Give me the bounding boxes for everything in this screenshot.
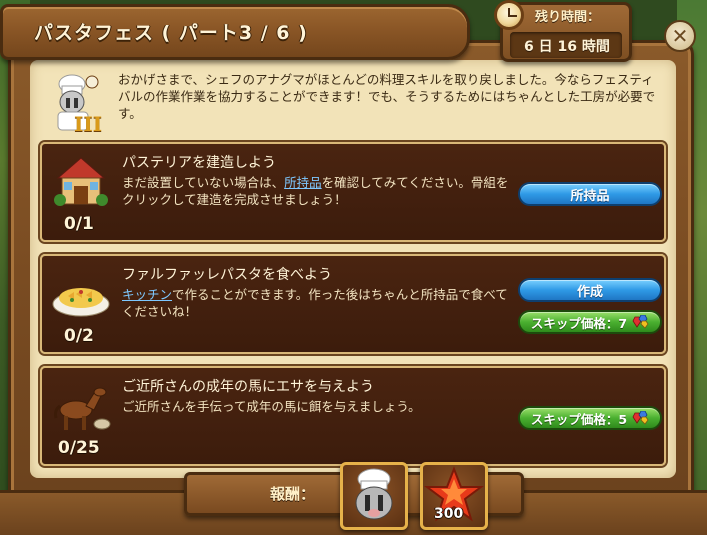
gems-icon [631, 314, 649, 329]
task-description: キッチンで作ることができます。作った後はちゃんと所持品で食べてくださいね！ [122, 286, 512, 320]
horse-icon [50, 376, 112, 434]
task-description: ご近所さんを手伝って成年の馬に餌を与えましょう。 [122, 399, 421, 414]
task-title: ファルファッレパスタを食べよう [122, 267, 332, 283]
inventory-button[interactable]: 所持品 [518, 182, 662, 206]
task-progress: 0/25 [58, 438, 100, 458]
cook-button[interactable]: 作成 [518, 278, 662, 302]
task-description-text: まだ設置していない場合は、 [122, 175, 285, 190]
close-icon: ✕ [671, 24, 689, 48]
skip-button[interactable]: スキップ価格：5 [518, 406, 662, 430]
chef-rank-badge: III [74, 112, 103, 136]
reward-chef-badger [340, 462, 408, 530]
task-title: パステリアを建造しよう [122, 155, 276, 171]
skip-button-label: スキップ価格：5 [530, 411, 628, 427]
chef-badger-icon [355, 468, 393, 520]
task-card-1: 0/1 パステリアを建造しよう まだ設置していない場合は、所持品を確認してみてく… [40, 142, 666, 242]
reward-xp-amount: 300 [434, 506, 464, 522]
task-description-text: で作ることができます。作った後はちゃんと所持品で食べてくださいね！ [122, 287, 508, 319]
task-progress: 0/1 [64, 214, 94, 234]
skip-button-label: スキップ価格：7 [530, 315, 628, 331]
close-button[interactable]: ✕ [664, 20, 696, 52]
task-description: まだ設置していない場合は、所持品を確認してみてください。骨組をクリックして建造を… [122, 174, 512, 208]
farfalle-pasta-icon [50, 264, 112, 322]
task-progress: 0/2 [64, 326, 94, 346]
reward-label: 報酬： [270, 485, 316, 503]
pasteria-building-icon [50, 152, 112, 210]
task-card-3: 0/25 ご近所さんの成年の馬にエサを与えよう ご近所さんを手伝って成年の馬に餌… [40, 366, 666, 466]
skip-button[interactable]: スキップ価格：7 [518, 310, 662, 334]
inventory-link[interactable]: 所持品 [284, 175, 322, 190]
kitchen-link[interactable]: キッチン [122, 287, 172, 302]
task-card-2: 0/2 ファルファッレパスタを食べよう キッチンで作ることができます。作った後は… [40, 254, 666, 354]
intro-text: おかげさまで、シェフのアナグマがほとんどの料理スキルを取り戻しました。今ならフェ… [118, 72, 656, 121]
task-title: ご近所さんの成年の馬にエサを与えよう [122, 379, 374, 395]
quest-title: パスタフェス ( パート3 / 6 ) [34, 22, 308, 44]
timer-value: 6 日 16 時間 [524, 39, 610, 55]
timer-label: 残り時間： [535, 10, 601, 25]
gems-icon [631, 410, 649, 425]
clock-icon [494, 0, 524, 30]
